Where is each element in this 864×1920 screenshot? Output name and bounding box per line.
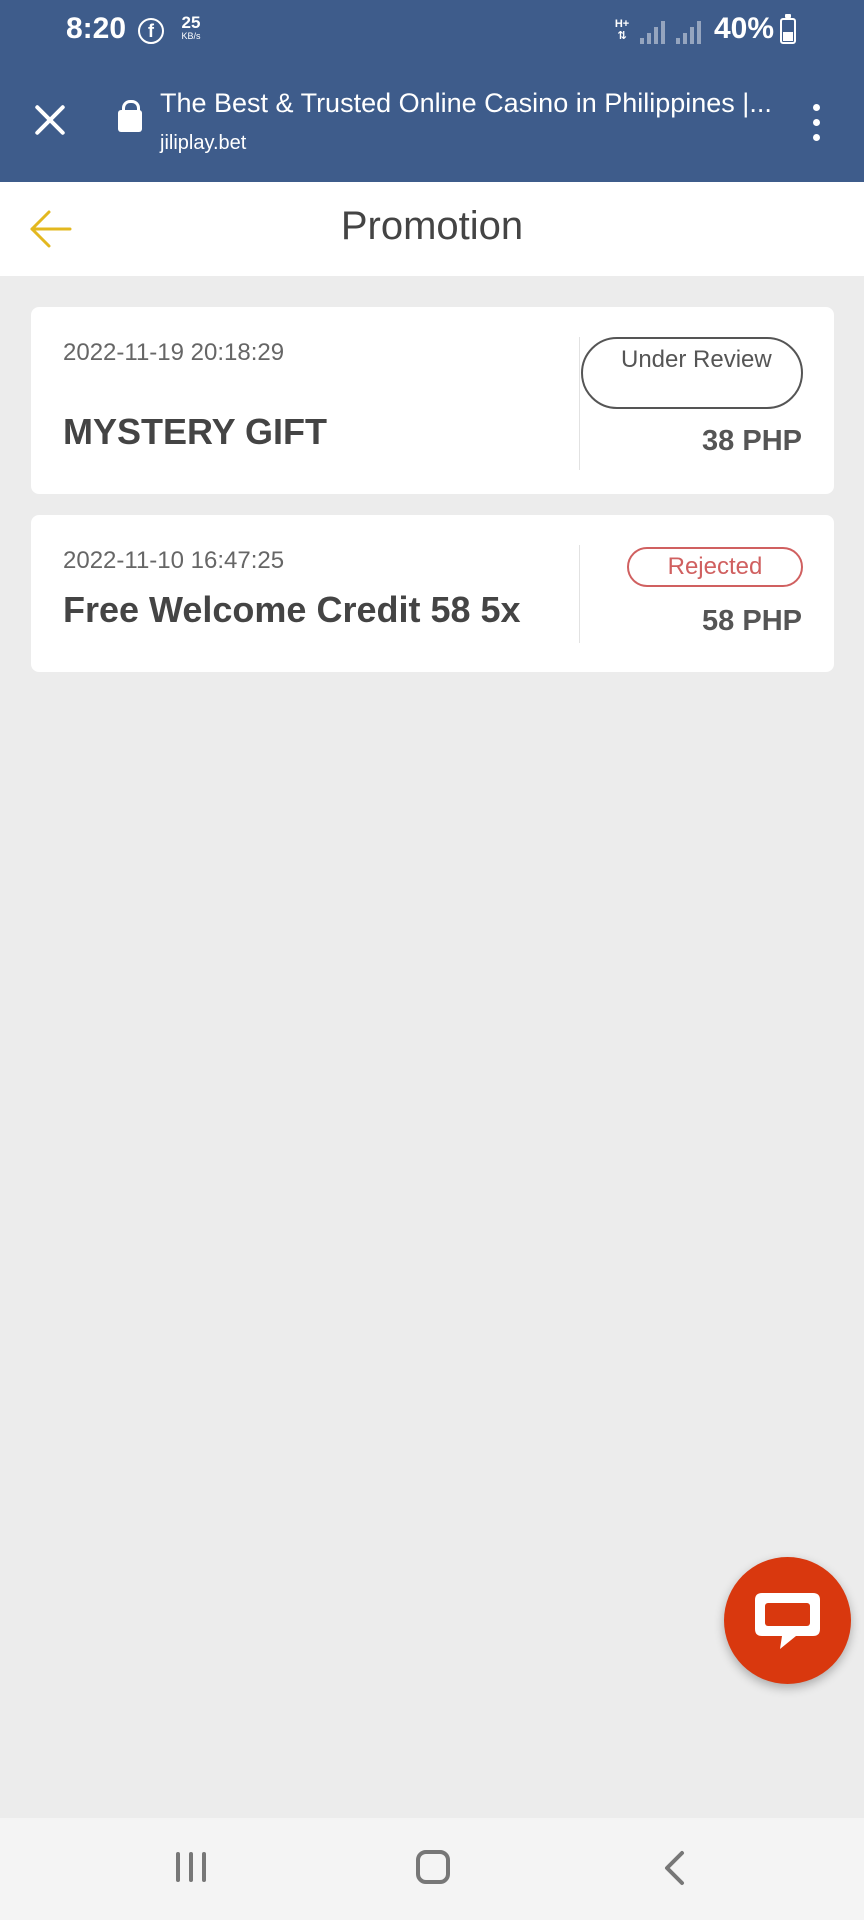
network-speed-value: 25: [181, 13, 201, 32]
card-divider: [579, 545, 580, 643]
promotion-name: Free Welcome Credit 58 5x: [63, 589, 521, 630]
home-icon[interactable]: [416, 1850, 450, 1884]
signal-icon-2: [676, 20, 704, 44]
status-time: 8:20: [66, 12, 127, 45]
back-chevron-icon[interactable]: [660, 1850, 690, 1886]
browser-page-title[interactable]: The Best & Trusted Online Casino in Phil…: [160, 88, 770, 119]
signal-icon: [640, 20, 668, 44]
recents-icon[interactable]: [176, 1852, 208, 1884]
app-header: Promotion: [0, 182, 864, 276]
system-nav-bar: [0, 1818, 864, 1920]
chat-button[interactable]: [724, 1557, 851, 1684]
lock-icon[interactable]: [118, 100, 142, 132]
network-speed: 25 KB/s: [176, 14, 206, 41]
more-vert-icon[interactable]: [808, 104, 824, 142]
facebook-notification-icon: f: [138, 18, 164, 44]
status-badge: Rejected: [627, 547, 803, 587]
browser-url[interactable]: jiliplay.bet: [160, 132, 246, 155]
status-badge: Under Review: [581, 337, 803, 409]
status-bar: 8:20 f 25 KB/s H+ ⇅ 40%: [0, 0, 864, 62]
chat-bubble-icon: [755, 1593, 820, 1649]
card-divider: [579, 337, 580, 470]
promotion-amount: 38 PHP: [702, 425, 802, 457]
promotion-card[interactable]: 2022-11-19 20:18:29 MYSTERY GIFT Under R…: [31, 307, 834, 494]
promotion-name: MYSTERY GIFT: [63, 411, 328, 452]
battery-percent: 40%: [714, 12, 775, 45]
battery-icon: [780, 14, 796, 44]
network-speed-unit: KB/s: [181, 31, 201, 41]
promotion-date: 2022-11-10 16:47:25: [63, 547, 285, 574]
promotion-amount: 58 PHP: [702, 605, 802, 637]
network-type-icon: H+ ⇅: [614, 18, 630, 42]
promotion-date: 2022-11-19 20:18:29: [63, 339, 285, 366]
close-icon[interactable]: [30, 100, 70, 140]
network-type-label: H+: [614, 18, 630, 30]
browser-chrome: 8:20 f 25 KB/s H+ ⇅ 40% The Best & Truste…: [0, 0, 864, 182]
page-title: Promotion: [340, 204, 524, 248]
promotion-card[interactable]: 2022-11-10 16:47:25 Free Welcome Credit …: [31, 515, 834, 672]
